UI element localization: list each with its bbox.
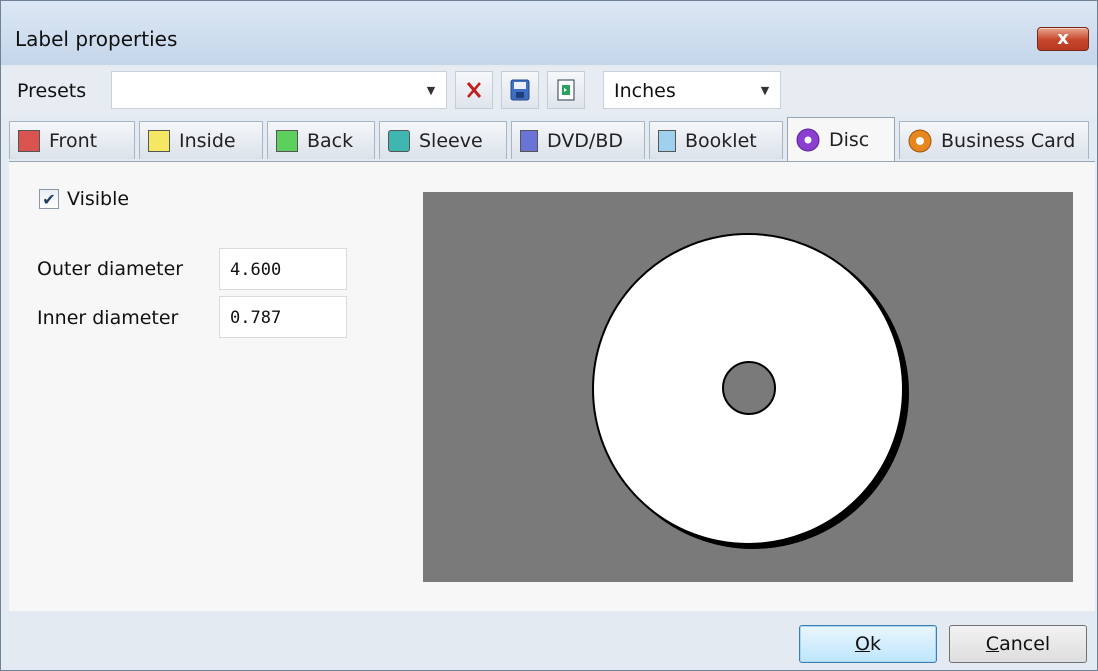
title-bar: Label properties x	[1, 1, 1097, 65]
close-button[interactable]: x	[1037, 27, 1089, 51]
business-card-icon	[908, 129, 932, 152]
window-title: Label properties	[15, 27, 178, 51]
tab-label: Booklet	[685, 129, 757, 152]
cancel-label: ancel	[999, 633, 1051, 655]
tab-back[interactable]: Back	[267, 121, 375, 159]
save-icon	[510, 79, 530, 101]
tab-strip: Front Inside Back Sleeve DVD/BD Booklet	[1, 117, 1097, 161]
tab-inside[interactable]: Inside	[139, 121, 263, 159]
tab-sleeve[interactable]: Sleeve	[379, 121, 507, 159]
chevron-down-icon[interactable]: ▼	[750, 72, 780, 108]
tab-disc[interactable]: Disc	[787, 117, 895, 161]
visible-checkbox[interactable]: ✔	[39, 189, 59, 209]
disc-inner-hole	[722, 361, 776, 415]
tab-label: Inside	[179, 129, 236, 152]
load-preset-button[interactable]	[547, 71, 585, 109]
tab-label: DVD/BD	[547, 129, 623, 152]
tab-label: Sleeve	[419, 129, 483, 152]
presets-label: Presets	[17, 80, 87, 102]
tab-business-card[interactable]: Business Card	[899, 121, 1089, 159]
outer-diameter-label: Outer diameter	[37, 258, 184, 280]
delete-preset-button[interactable]	[455, 71, 493, 109]
disc-preview	[423, 192, 1073, 582]
tab-dvd-bd[interactable]: DVD/BD	[511, 121, 645, 159]
label-properties-window: Label properties x Presets ▼ Inches ▼ Fr…	[0, 0, 1098, 671]
units-combo[interactable]: Inches ▼	[603, 71, 781, 109]
tab-booklet[interactable]: Booklet	[649, 121, 783, 159]
delete-icon	[466, 82, 482, 98]
chevron-down-icon[interactable]: ▼	[416, 72, 446, 108]
inner-diameter-input[interactable]: 0.787	[219, 296, 347, 338]
presets-toolbar: Presets ▼ Inches ▼	[1, 67, 1097, 115]
front-icon	[18, 129, 40, 152]
units-combo-value: Inches	[614, 80, 676, 102]
cancel-button[interactable]: Cancel	[949, 625, 1087, 663]
tab-label: Front	[49, 129, 98, 152]
disc-preview-canvas	[592, 233, 909, 549]
visible-label: Visible	[67, 188, 130, 210]
tab-label: Disc	[829, 128, 870, 151]
inner-diameter-label: Inner diameter	[37, 307, 179, 329]
tab-front[interactable]: Front	[9, 121, 135, 159]
ok-mnemonic: O	[855, 633, 870, 655]
disc-settings-panel: ✔ Visible Outer diameter 4.600 Inner dia…	[9, 161, 1095, 611]
ok-button[interactable]: Ok	[799, 625, 937, 663]
checkmark-icon: ✔	[42, 189, 56, 209]
inside-icon	[148, 129, 170, 152]
close-icon: x	[1057, 28, 1069, 49]
tab-label: Back	[307, 129, 354, 152]
dvd-icon	[520, 129, 538, 152]
save-preset-button[interactable]	[501, 71, 539, 109]
cancel-mnemonic: C	[985, 633, 1000, 655]
outer-diameter-input[interactable]: 4.600	[219, 248, 347, 290]
ok-label: k	[869, 633, 881, 655]
disc-icon	[796, 128, 820, 151]
load-icon	[557, 79, 575, 101]
presets-combo[interactable]: ▼	[111, 71, 447, 109]
back-icon	[276, 129, 298, 152]
tab-label: Business Card	[941, 129, 1076, 152]
booklet-icon	[658, 129, 676, 152]
sleeve-icon	[388, 129, 410, 152]
